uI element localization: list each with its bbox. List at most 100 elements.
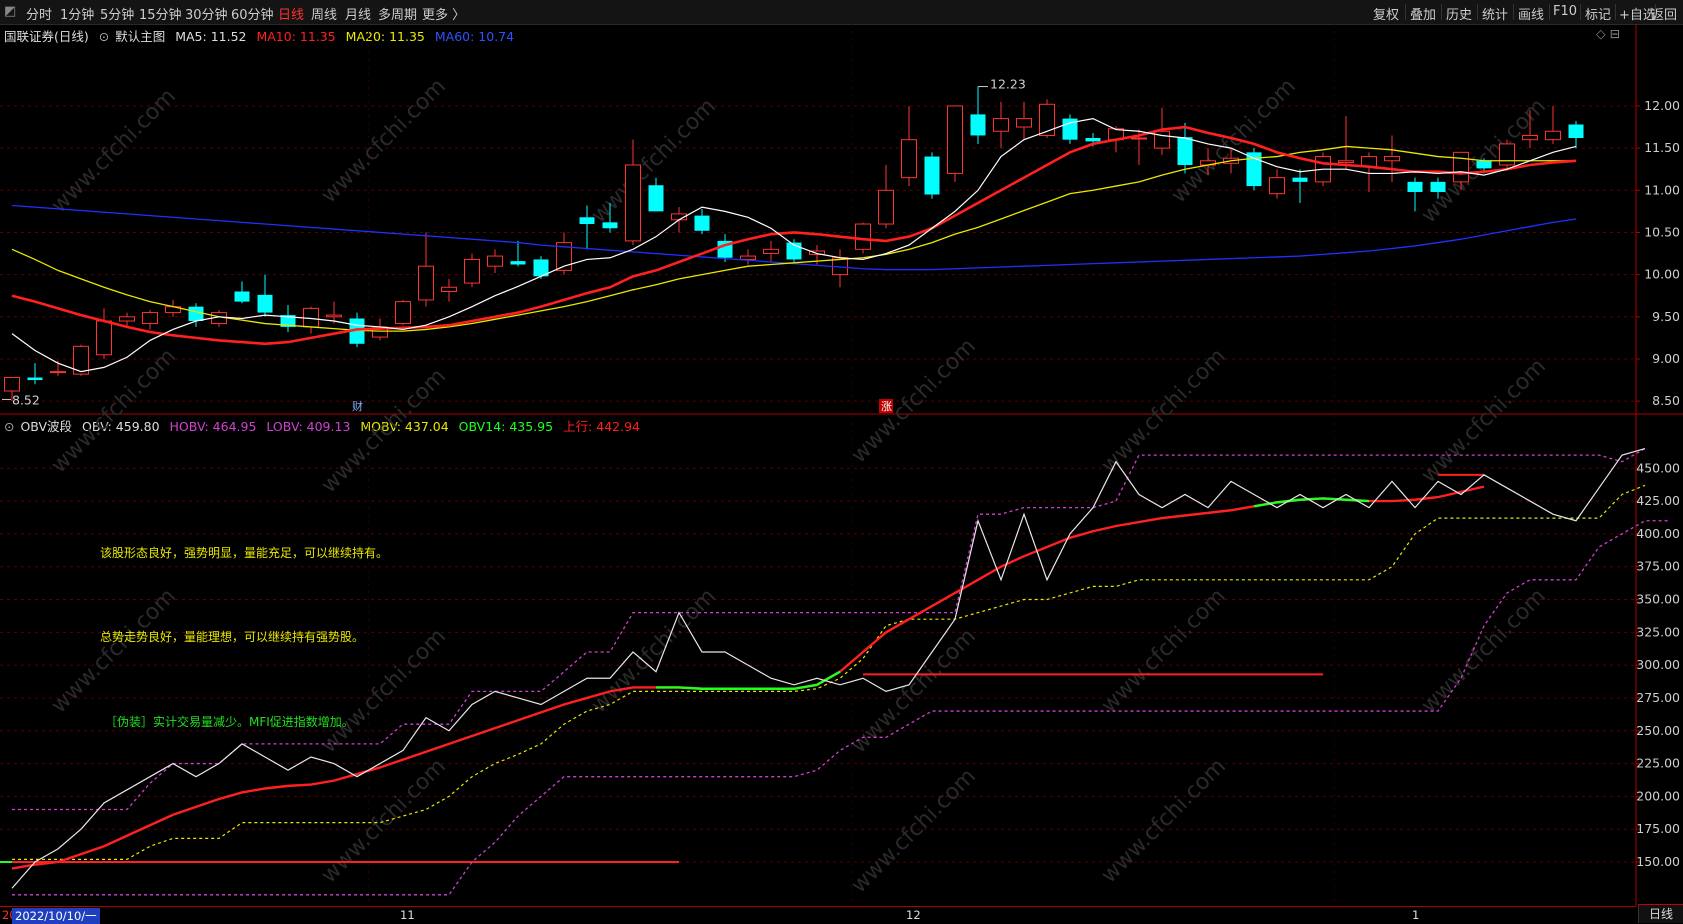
candle-body: [326, 314, 342, 318]
obv-tick-label: 450.00: [1636, 460, 1680, 475]
candle-body: [27, 377, 43, 381]
candle-body: [1384, 156, 1400, 162]
toolbar-divider: [1615, 4, 1616, 20]
obv-tick-label: 400.00: [1636, 526, 1680, 541]
obv-tick-label: 200.00: [1636, 788, 1680, 803]
overlay-button[interactable]: 叠加: [1410, 4, 1436, 23]
finance-marker[interactable]: 财: [352, 399, 363, 413]
note-line-3: ［伪装］实计交易量减少。MFI促进指数增加。: [105, 714, 354, 729]
tab-monthly[interactable]: 月线: [345, 4, 371, 23]
obv14-line: [11, 485, 1485, 870]
obv-tick-label: 350.00: [1636, 592, 1680, 607]
tab-60min[interactable]: 60分钟: [231, 4, 274, 23]
tab-daily[interactable]: 日线: [278, 4, 304, 23]
tab-fenshi[interactable]: 分时: [26, 4, 52, 23]
obv-tick-label: 375.00: [1636, 559, 1680, 574]
toolbar-divider: [1580, 4, 1581, 20]
candle-body: [395, 301, 411, 325]
candle-body: [970, 114, 986, 136]
candle-body: [602, 222, 618, 229]
candle-body: [1154, 130, 1170, 149]
candle-body: [993, 118, 1009, 132]
obv-tick-label: 250.00: [1636, 723, 1680, 738]
candle-body: [648, 185, 664, 212]
fuquan-button[interactable]: 复权: [1373, 4, 1399, 23]
candle-body: [257, 294, 273, 313]
candle-body: [96, 320, 112, 356]
chart-canvas[interactable]: www.cfchi.com www.cfchi.com www.cfchi.com w…: [0, 24, 1683, 906]
candle-body: [510, 261, 526, 265]
candle-body: [1545, 130, 1561, 141]
toolbar-divider: [1441, 4, 1442, 20]
candle-body: [1568, 124, 1584, 138]
toolbar-menu-icon[interactable]: ◩: [4, 4, 16, 19]
obv-lines: [0, 447, 1668, 896]
tab-15min[interactable]: 15分钟: [139, 4, 182, 23]
tab-5min[interactable]: 5分钟: [100, 4, 134, 23]
price-tick-label: 10.50: [1644, 224, 1680, 239]
back-button[interactable]: 返回: [1651, 4, 1677, 23]
watermark-text: www.cfchi.com: [1417, 354, 1551, 488]
obv14-flat-segment: [656, 670, 841, 690]
candle-body: [1453, 151, 1469, 183]
price-tick-label: 8.50: [1652, 393, 1680, 408]
ma20-line: [11, 145, 1576, 332]
candle-body: [1338, 160, 1354, 163]
tab-1min[interactable]: 1分钟: [60, 4, 94, 23]
price-tick-label: 10.00: [1644, 267, 1680, 282]
obv-tick-label: 325.00: [1636, 624, 1680, 639]
price-tick-label: 11.50: [1644, 140, 1680, 155]
candle-body: [1016, 118, 1032, 128]
obv-tick-label: 225.00: [1636, 756, 1680, 771]
candle-body: [1085, 138, 1101, 142]
obv-tick-label: 150.00: [1636, 854, 1680, 869]
candle-body: [119, 316, 135, 322]
ma5-line: [11, 117, 1577, 373]
candle-body: [441, 286, 457, 292]
tab-30min[interactable]: 30分钟: [185, 4, 228, 23]
draw-button[interactable]: 画线: [1518, 4, 1544, 23]
candle-body: [1407, 181, 1423, 192]
price-tick-label: 12.00: [1644, 98, 1680, 113]
tab-more[interactable]: 更多 〉: [422, 4, 465, 23]
candle-body: [924, 156, 940, 195]
candle-body: [1476, 160, 1492, 169]
watermark-text: www.cfchi.com: [317, 754, 451, 888]
limit-up-marker[interactable]: 涨: [881, 400, 892, 413]
watermark-text: www.cfchi.com: [1097, 754, 1231, 888]
watermark-text: www.cfchi.com: [1417, 584, 1551, 718]
watermark-text: www.cfchi.com: [317, 624, 451, 758]
watermarks: www.cfchi.com www.cfchi.com www.cfchi.com w…: [47, 74, 1551, 898]
tab-multi-period[interactable]: 多周期: [378, 4, 417, 23]
candlestick-series: [4, 86, 1584, 402]
toolbar-divider: [1477, 4, 1478, 20]
candle-body: [50, 371, 66, 374]
watermark-text: www.cfchi.com: [847, 624, 981, 758]
candle-body: [694, 215, 710, 231]
period-tab-daily[interactable]: 日线: [1638, 904, 1683, 923]
lobv-line: [12, 520, 1668, 896]
tab-weekly[interactable]: 周线: [311, 4, 337, 23]
candle-body: [763, 248, 779, 255]
price-axis: 12.00 11.50 11.00 10.50 10.00 9.50 9.00 8.50 450…: [1636, 98, 1680, 869]
candle-body: [1131, 137, 1147, 140]
date-month-11: 11: [400, 908, 415, 922]
candle-body: [625, 164, 641, 242]
stats-button[interactable]: 统计: [1482, 4, 1508, 23]
candle-body: [1177, 137, 1193, 165]
period-toolbar: ◩ 分时 1分钟 5分钟 15分钟 30分钟 60分钟 日线 周线 月线 多周期…: [0, 0, 1683, 25]
watermark-text: www.cfchi.com: [47, 84, 181, 218]
mark-button[interactable]: 标记: [1585, 4, 1611, 23]
candle-body: [464, 258, 480, 284]
history-button[interactable]: 历史: [1446, 4, 1472, 23]
f10-button[interactable]: F10: [1553, 4, 1577, 19]
candle-body: [188, 306, 204, 322]
obv-tick-label: 300.00: [1636, 657, 1680, 672]
candle-body: [418, 265, 434, 301]
date-cursor-label: 2022/10/10/一: [12, 908, 100, 924]
high-price-label: 12.23: [990, 77, 1026, 92]
toolbar-divider: [1405, 4, 1406, 20]
watermark-text: www.cfchi.com: [317, 364, 451, 498]
candle-body: [901, 139, 917, 179]
annotations: 12.23 8.52 财 涨 该股形态良好，强势明显，量能充足，可以继续持有。 …: [2, 77, 1026, 729]
